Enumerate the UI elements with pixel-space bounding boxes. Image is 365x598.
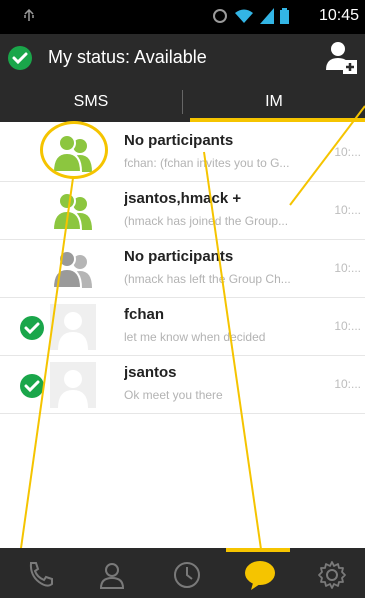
chat-icon[interactable] (240, 558, 280, 592)
history-icon[interactable] (167, 558, 207, 592)
nav-selected-indicator (226, 548, 290, 552)
phone-icon[interactable] (20, 558, 60, 592)
contacts-icon[interactable] (92, 558, 132, 592)
settings-icon[interactable] (312, 558, 352, 592)
callout-lines (13, 105, 365, 598)
bottom-navigation (0, 548, 365, 598)
